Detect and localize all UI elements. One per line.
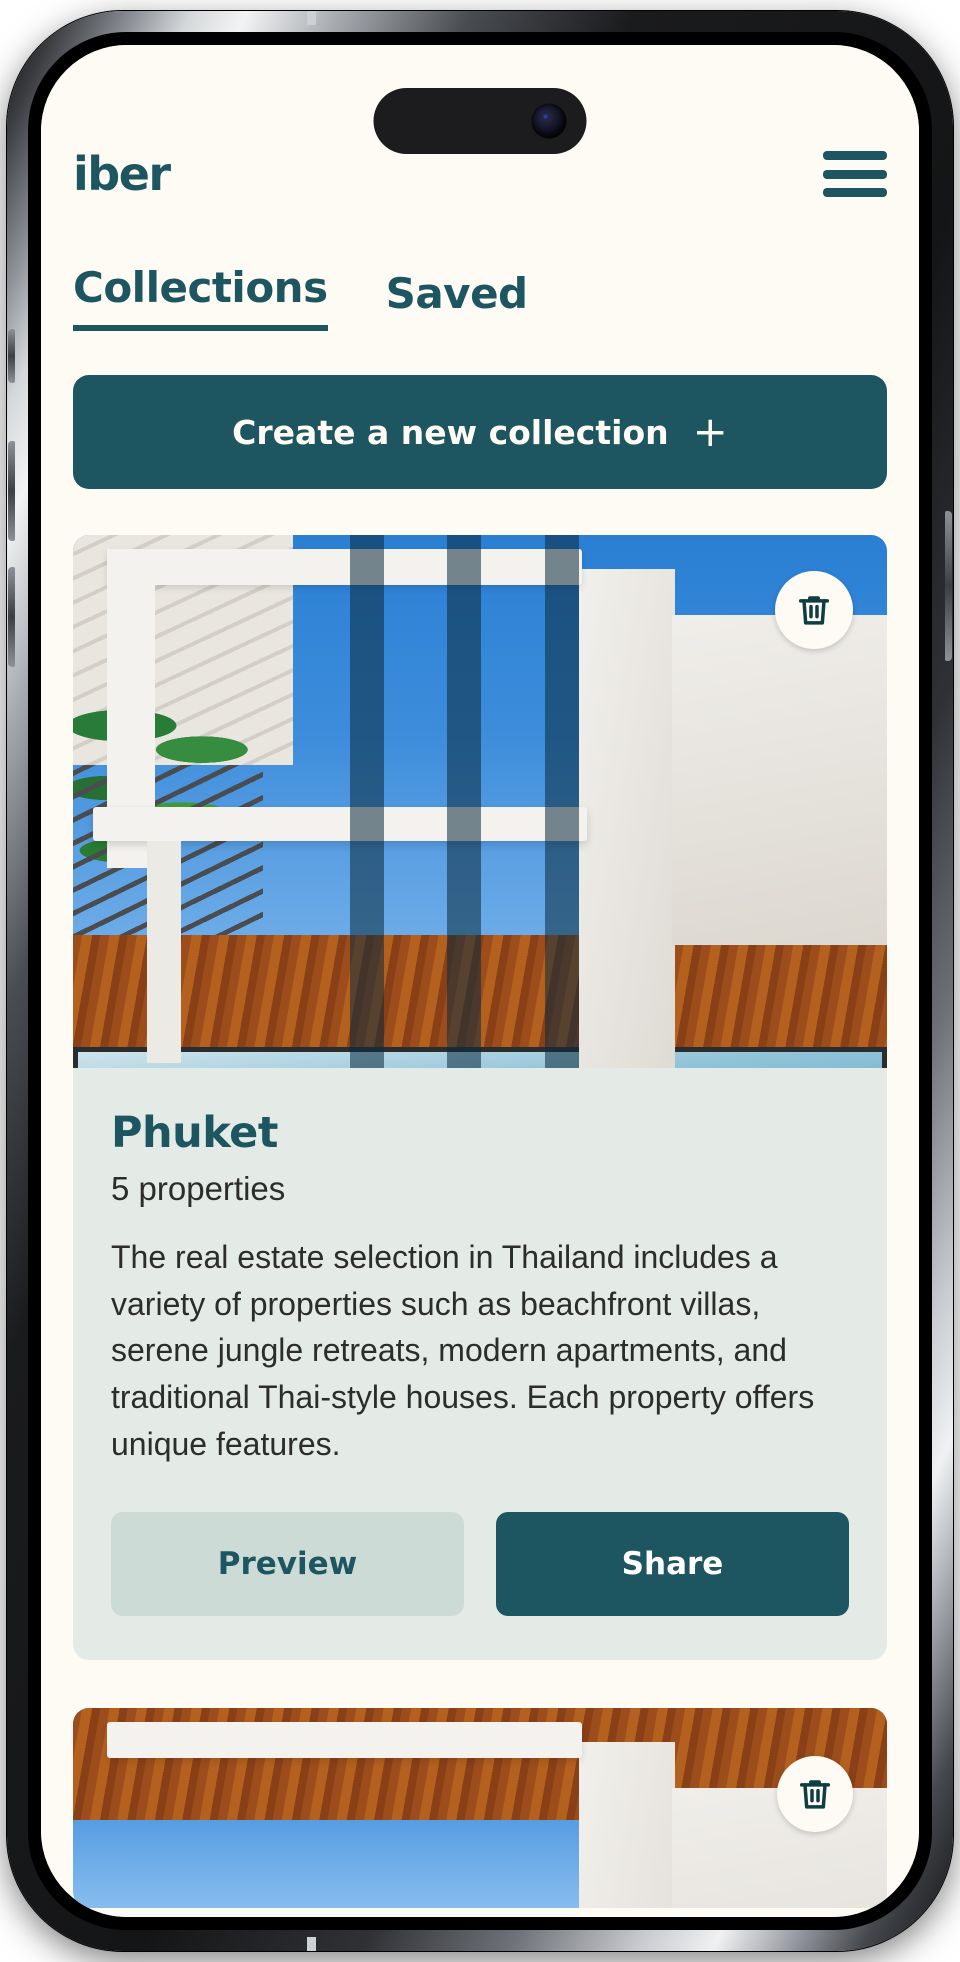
antenna-line-bottom — [307, 1937, 316, 1951]
antenna-line-top — [307, 11, 316, 25]
tab-collections[interactable]: Collections — [73, 263, 328, 331]
delete-collection-button[interactable] — [775, 571, 853, 649]
power-button[interactable] — [945, 511, 952, 661]
pool-lane-3 — [545, 535, 580, 1068]
villa-tower — [579, 1741, 675, 1908]
collection-actions: Preview Share — [111, 1511, 849, 1616]
collection-title: Phuket — [111, 1108, 278, 1158]
roof-slab — [107, 1721, 582, 1758]
share-button[interactable]: Share — [496, 1511, 849, 1616]
app-viewport: iber Collections Saved Create a new coll… — [41, 45, 919, 1917]
roof-slab — [107, 549, 582, 585]
create-collection-button[interactable]: Create a new collection + — [73, 375, 887, 489]
menu-bar-1 — [823, 151, 887, 160]
menu-bar-2 — [823, 169, 887, 179]
collection-properties-count: 5 properties — [111, 1170, 286, 1207]
dynamic-island — [373, 88, 587, 154]
villa-photo — [73, 535, 887, 1068]
hamburger-menu-icon[interactable] — [823, 151, 887, 197]
volume-up-button[interactable] — [8, 441, 15, 541]
collection-card-body: Phuket 5 properties The real estate sele… — [73, 1068, 887, 1660]
collection-description: The real estate selection in Thailand in… — [111, 1239, 815, 1462]
trash-icon — [799, 1779, 831, 1809]
create-collection-label: Create a new collection — [232, 412, 669, 452]
phone-bezel: iber Collections Saved Create a new coll… — [28, 32, 932, 1930]
villa-tower — [579, 569, 675, 1068]
plus-icon: + — [692, 407, 728, 456]
volume-down-button[interactable] — [8, 567, 15, 667]
delete-collection-button[interactable] — [777, 1755, 853, 1832]
trash-icon — [798, 596, 830, 625]
brand-logo[interactable]: iber — [73, 151, 171, 197]
pool-lane-2 — [447, 535, 482, 1068]
preview-button[interactable]: Preview — [111, 1511, 464, 1616]
villa-right-wall — [672, 615, 887, 945]
mid-floor-slab — [93, 807, 587, 841]
tab-bar: Collections Saved — [73, 263, 887, 331]
collection-card[interactable]: Phuket 5 properties The real estate sele… — [73, 535, 887, 1660]
collection-image — [73, 1707, 887, 1908]
pool-lane-1 — [349, 535, 384, 1068]
tab-saved[interactable]: Saved — [386, 269, 529, 331]
collection-image — [73, 535, 887, 1068]
villa-photo — [73, 1707, 887, 1908]
collection-card[interactable] — [73, 1707, 887, 1908]
menu-bar-3 — [823, 188, 887, 197]
phone-frame: iber Collections Saved Create a new coll… — [7, 11, 953, 1951]
silent-switch[interactable] — [8, 329, 15, 383]
mid-column — [147, 841, 181, 1063]
collections-list: Phuket 5 properties The real estate sele… — [73, 535, 887, 1908]
phone-screen: iber Collections Saved Create a new coll… — [41, 45, 919, 1917]
front-camera-icon — [531, 103, 567, 139]
